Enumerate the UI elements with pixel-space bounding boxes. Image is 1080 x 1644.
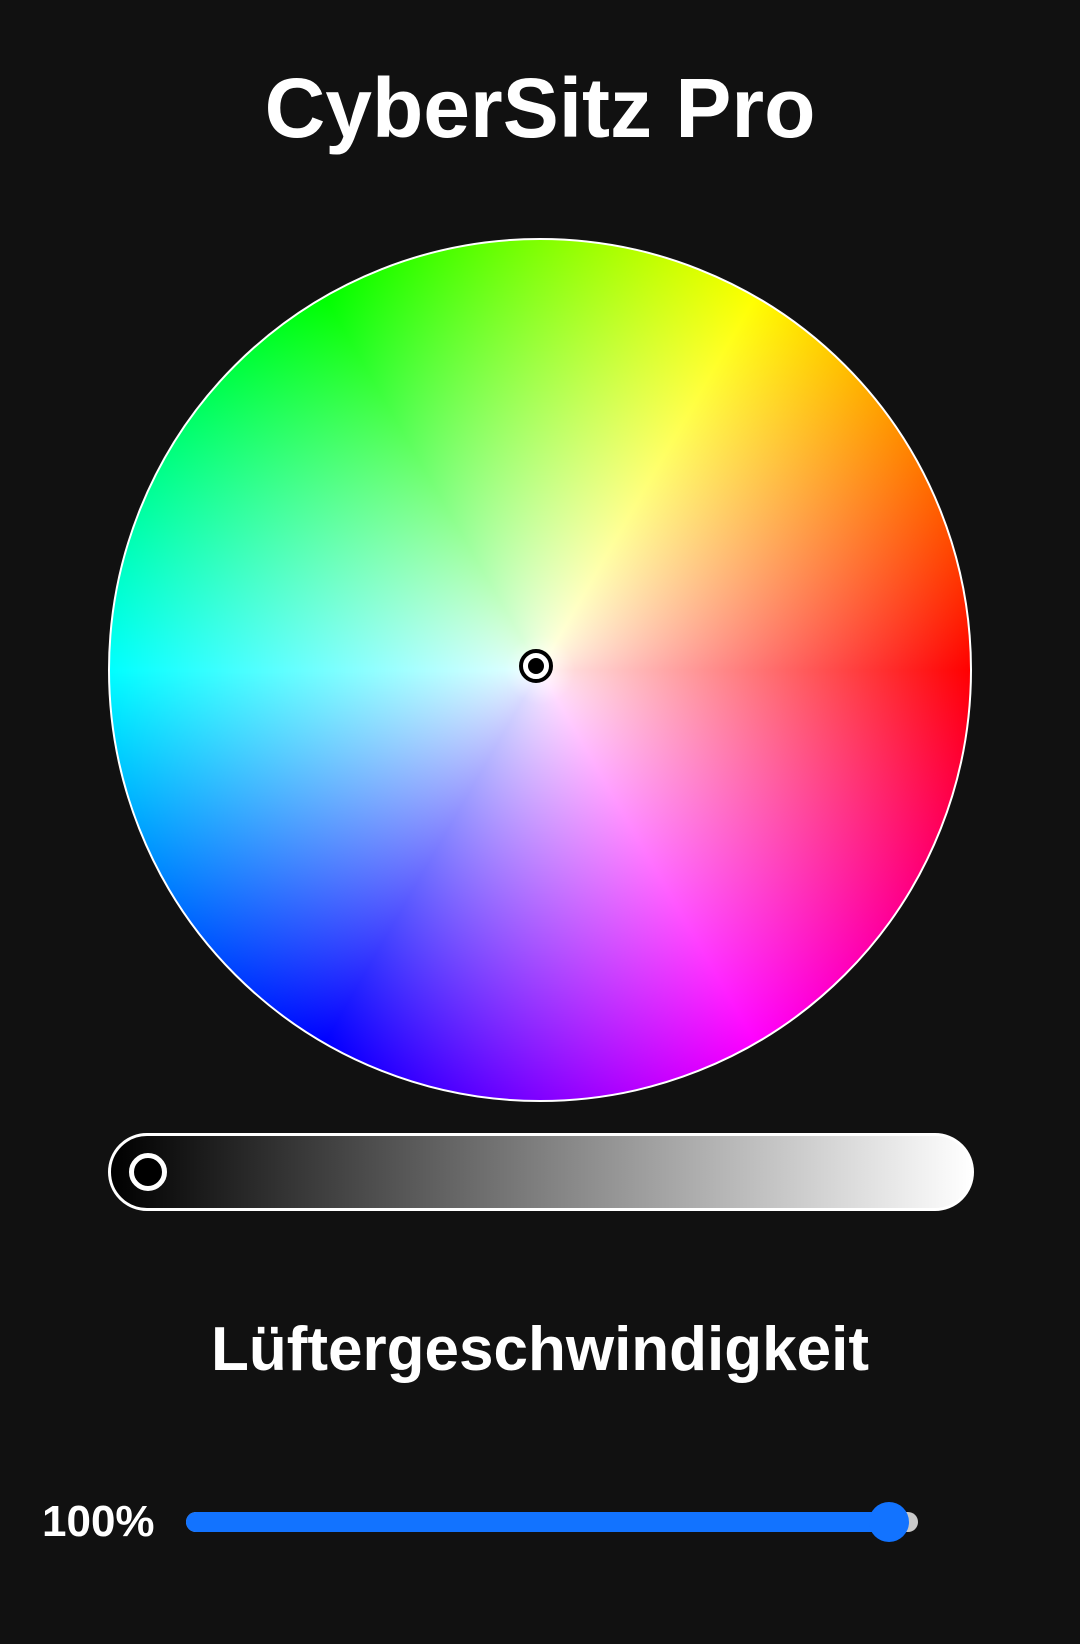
color-wheel-container <box>108 238 972 1102</box>
brightness-slider[interactable] <box>108 1133 974 1211</box>
fan-speed-title: Lüftergeschwindigkeit <box>211 1315 869 1384</box>
page-title: CyberSitz Pro <box>264 61 816 155</box>
color-wheel-handle[interactable] <box>519 649 553 683</box>
fan-speed-thumb[interactable] <box>868 1502 909 1542</box>
brightness-slider-handle[interactable] <box>129 1153 167 1191</box>
fan-speed-slider[interactable] <box>186 1500 918 1544</box>
fan-speed-fill <box>186 1512 889 1532</box>
fan-speed-value: 100% <box>42 1497 155 1546</box>
